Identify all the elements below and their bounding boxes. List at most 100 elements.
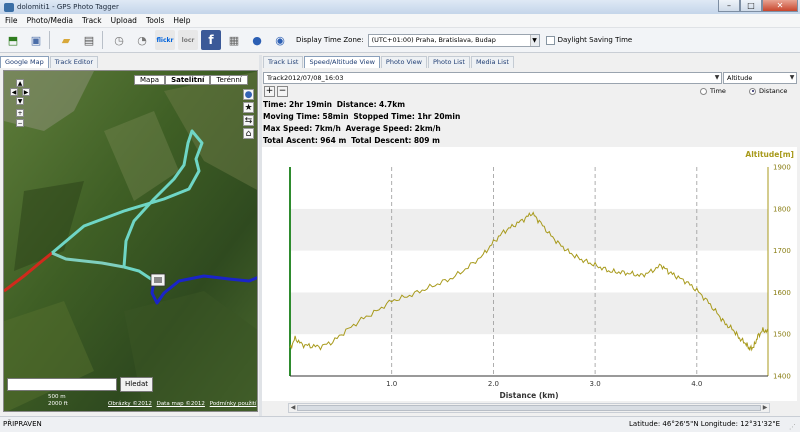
- axis-time-label: Time: [710, 87, 726, 95]
- clock-button[interactable]: ◷: [109, 30, 129, 50]
- star-icon[interactable]: ★: [243, 102, 254, 113]
- menu-photo-media[interactable]: Photo/Media: [26, 16, 74, 25]
- stat-distance-value: 4.7km: [378, 100, 406, 109]
- stat-moving-label: Moving Time:: [263, 112, 320, 121]
- right-tabs: Track List Speed/Altitude View Photo Vie…: [263, 56, 515, 68]
- imagery-credit-link[interactable]: Obrázky ©2012: [108, 401, 152, 407]
- map-tools: ● ★ ⇆ ⌂: [243, 89, 255, 141]
- chart-zoom-in-button[interactable]: +: [264, 86, 275, 97]
- track-select[interactable]: Track2012/07/08_16:03 ▼: [263, 72, 722, 84]
- tab-track-list[interactable]: Track List: [263, 56, 304, 68]
- open-folder-button[interactable]: ▰: [56, 30, 76, 50]
- add-photos-button[interactable]: ▤: [79, 30, 99, 50]
- x-tick-label: 2.0: [488, 380, 499, 388]
- scroll-left-icon[interactable]: ◀: [289, 404, 297, 412]
- series-select[interactable]: Altitude ▼: [723, 72, 797, 84]
- map-search-button[interactable]: Hledat: [120, 377, 153, 392]
- pan-right-button[interactable]: ▶: [22, 88, 30, 96]
- track-stats: Time: 2hr 19min Distance: 4.7km Moving T…: [263, 99, 460, 147]
- map-type-switch: Mapa Satelitní Terénní: [134, 75, 248, 85]
- zoom-in-button[interactable]: +: [16, 109, 24, 117]
- stat-descent-value: 809 m: [413, 136, 440, 145]
- y-tick-label: 1900: [773, 164, 791, 172]
- toolbar: ⬒ ▣ ▰ ▤ ◷ ◔ flickr locr f ▦ ● ◉ Display …: [0, 28, 800, 53]
- save-button[interactable]: ▣: [26, 30, 46, 50]
- window-controls: – □ ✕: [718, 0, 798, 12]
- photos-icon: ▤: [83, 33, 95, 47]
- stat-maxspeed-value: 7km/h: [314, 124, 341, 133]
- stat-time-value: 2hr 19min: [288, 100, 333, 109]
- stat-avgspeed-value: 2km/h: [414, 124, 441, 133]
- menu-track[interactable]: Track: [81, 16, 103, 25]
- tab-photo-view[interactable]: Photo View: [380, 56, 427, 68]
- tab-google-map[interactable]: Google Map: [0, 56, 49, 68]
- pegman-icon[interactable]: ●: [243, 89, 254, 100]
- axis-distance-radio[interactable]: Distance: [749, 87, 787, 95]
- series-select-value: Altitude: [727, 74, 753, 82]
- chart-zoom-out-button[interactable]: −: [277, 86, 288, 97]
- pan-left-button[interactable]: ◀: [10, 88, 18, 96]
- minimize-button[interactable]: –: [718, 0, 740, 12]
- stat-avgspeed-label: Average Speed:: [345, 124, 413, 133]
- map-type-mapa[interactable]: Mapa: [134, 75, 166, 85]
- axis-time-radio[interactable]: Time: [700, 87, 726, 95]
- chart-grid-band: [290, 334, 768, 376]
- menu-file[interactable]: File: [4, 16, 19, 25]
- menu-upload[interactable]: Upload: [110, 16, 138, 25]
- zoom-out-button[interactable]: −: [16, 119, 24, 127]
- route-icon[interactable]: ⇆: [243, 115, 254, 126]
- left-tabs: Google Map Track Editor: [0, 56, 260, 68]
- scrollbar-thumb[interactable]: [297, 405, 761, 411]
- tab-speed-altitude[interactable]: Speed/Altitude View: [304, 56, 380, 68]
- map-scale-top: 500 m: [48, 394, 66, 400]
- resize-grip-icon[interactable]: ⋰: [789, 420, 798, 431]
- y-tick-label: 1400: [773, 373, 791, 381]
- export-icon: ▦: [228, 33, 240, 47]
- map-data-link[interactable]: Data map ©2012: [157, 401, 205, 407]
- status-bar: PŘIPRAVEN Latitude: 46°26'5"N Longitude:…: [0, 416, 800, 432]
- close-button[interactable]: ✕: [762, 0, 798, 12]
- map-type-satelitni[interactable]: Satelitní: [165, 75, 211, 85]
- gps-sync-button[interactable]: ◉: [270, 30, 290, 50]
- menu-tools[interactable]: Tools: [145, 16, 165, 25]
- axis-distance-label: Distance: [759, 87, 788, 95]
- y-axis-label: Altitude[m]: [745, 150, 794, 159]
- radio-indicator: [749, 87, 756, 95]
- facebook-upload-button[interactable]: f: [201, 30, 221, 50]
- tab-photo-list[interactable]: Photo List: [427, 56, 470, 68]
- dst-label: Daylight Saving Time: [557, 36, 633, 44]
- google-earth-button[interactable]: ●: [247, 30, 267, 50]
- terms-link[interactable]: Podmínky použití: [210, 401, 257, 407]
- title-bar: dolomiti1 - GPS Photo Tagger – □ ✕: [0, 0, 800, 14]
- menu-help[interactable]: Help: [172, 16, 191, 25]
- globe-icon: ●: [252, 33, 262, 47]
- home-icon[interactable]: ⌂: [243, 128, 254, 139]
- stat-time-label: Time:: [263, 100, 287, 109]
- chart-scrollbar[interactable]: ◀ ▶: [288, 403, 770, 413]
- chart-grid-band: [290, 292, 768, 335]
- timezone-select[interactable]: (UTC+01:00) Praha, Bratislava, Budap ▼: [367, 33, 540, 47]
- chart-grid-band: [290, 250, 768, 293]
- toolbar-separator: [102, 31, 103, 49]
- map-type-terenni[interactable]: Terénní: [210, 75, 248, 85]
- clock-icon: ◷: [114, 33, 124, 47]
- dst-checkbox[interactable]: [545, 35, 555, 45]
- locr-upload-button[interactable]: locr: [178, 30, 198, 50]
- map-search-input[interactable]: [7, 378, 117, 391]
- pan-up-button[interactable]: ▲: [16, 79, 24, 87]
- chevron-down-icon: ▼: [529, 34, 539, 46]
- timeline-button[interactable]: ◔: [132, 30, 152, 50]
- scroll-right-icon[interactable]: ▶: [761, 404, 769, 412]
- tab-track-editor[interactable]: Track Editor: [49, 56, 99, 68]
- stat-maxspeed-label: Max Speed:: [263, 124, 313, 133]
- flickr-upload-button[interactable]: flickr: [155, 30, 175, 50]
- maximize-button[interactable]: □: [740, 0, 762, 12]
- stat-descent-label: Total Descent:: [351, 136, 412, 145]
- gps-device-icon: ⬒: [7, 33, 19, 47]
- tab-media-list[interactable]: Media List: [470, 56, 514, 68]
- altitude-chart[interactable]: Altitude[m] Distance (km) 1400 1500 1600 17…: [262, 147, 797, 401]
- export-button[interactable]: ▦: [224, 30, 244, 50]
- google-map[interactable]: ▲ ◀ ▶ ▼ + − Mapa Satelitní Terénní ● ★ ⇆…: [3, 70, 258, 412]
- pan-down-button[interactable]: ▼: [16, 97, 24, 105]
- import-tracks-button[interactable]: ⬒: [3, 30, 23, 50]
